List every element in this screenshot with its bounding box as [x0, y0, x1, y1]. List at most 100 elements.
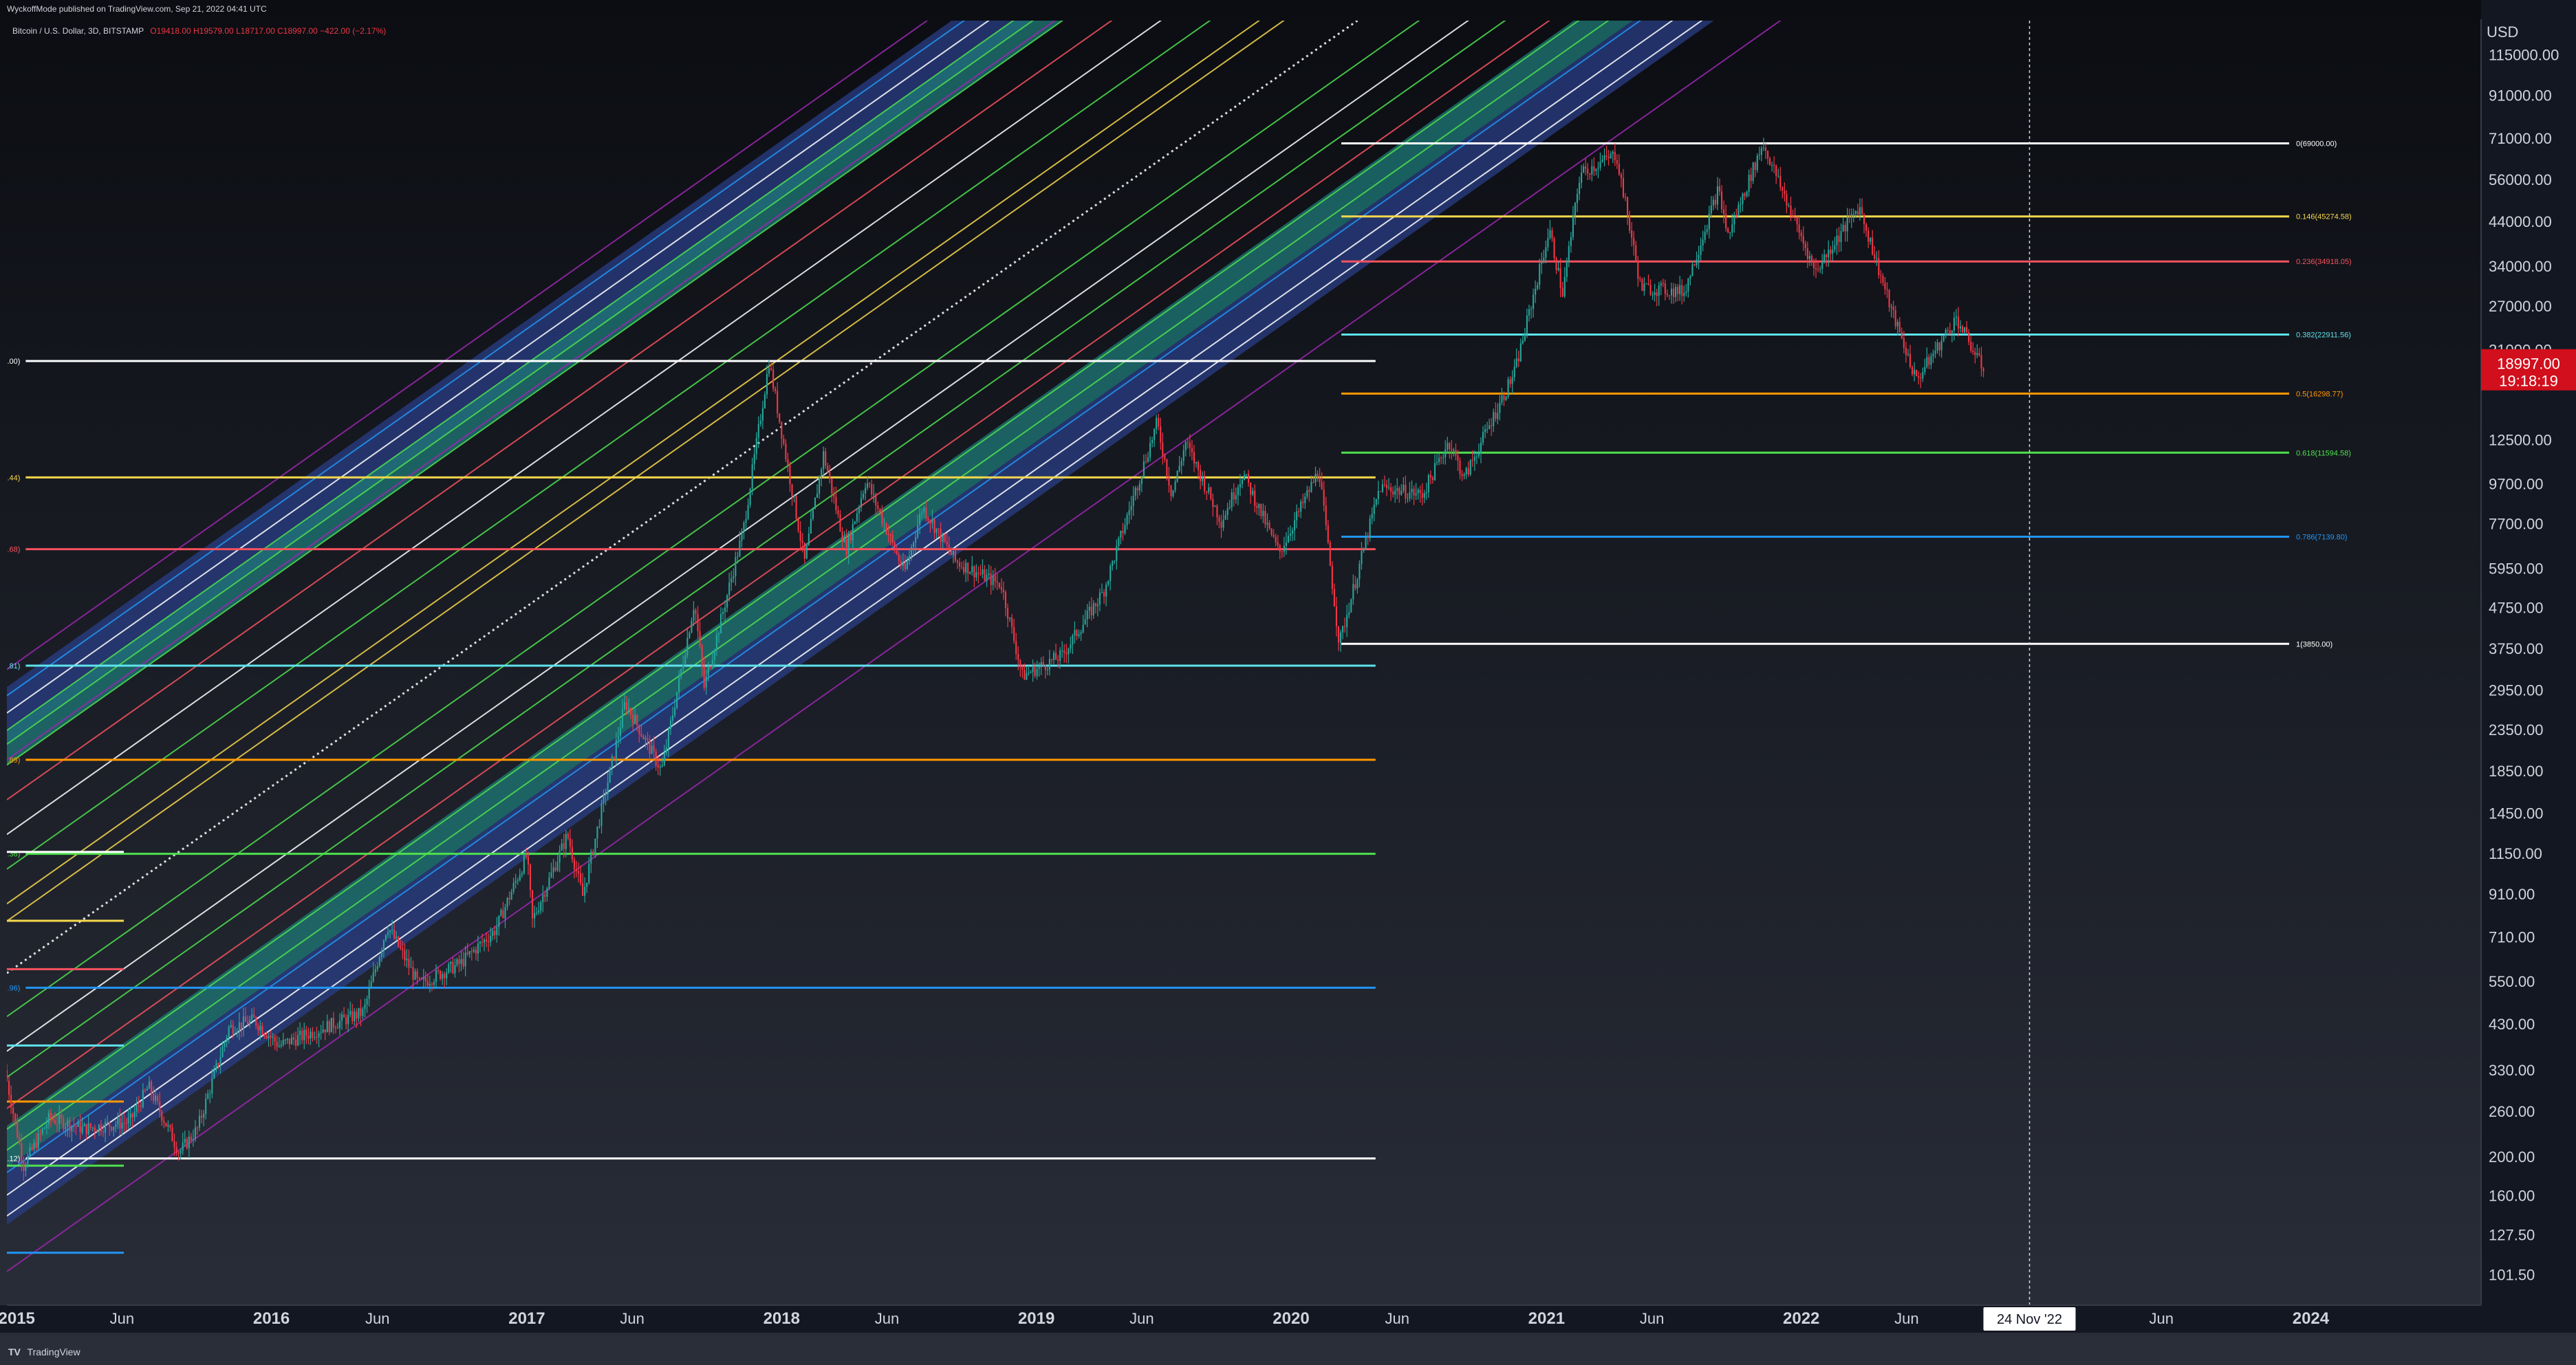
candle-body	[1136, 488, 1138, 491]
chart-window[interactable]: 0(19666.00)0.146(10050.44)0.236(6644.68)…	[0, 0, 2576, 1365]
candle-body	[1773, 164, 1775, 166]
candle-body	[1868, 230, 1870, 242]
candle-body	[198, 1115, 201, 1128]
candle-body	[1042, 662, 1044, 666]
candle-body	[43, 1128, 45, 1129]
candle-body	[1403, 485, 1405, 491]
candle-body	[1068, 648, 1070, 655]
candle-body	[722, 611, 724, 614]
candle-body	[971, 566, 973, 573]
candle-body	[1685, 291, 1687, 293]
candle-body	[1017, 653, 1019, 660]
fib-level-label: 0(69000.00)	[2296, 140, 2337, 148]
candle-body	[1691, 264, 1693, 276]
candle-body	[577, 871, 580, 873]
candle-body	[1398, 488, 1400, 495]
candle-body	[600, 803, 603, 827]
candle-body	[743, 522, 745, 532]
candle-body	[1423, 493, 1425, 498]
candle-body	[1729, 232, 1731, 233]
candle-body	[324, 1029, 326, 1033]
candle-body	[973, 566, 975, 578]
candle-body	[111, 1126, 113, 1131]
candle-body	[464, 952, 466, 967]
brand-footer[interactable]: TV TradingView	[8, 1346, 80, 1357]
candle-body	[613, 756, 615, 759]
candle-body	[473, 950, 475, 952]
candle-body	[1342, 626, 1344, 633]
candle-body	[791, 484, 793, 497]
candle-body	[1431, 477, 1434, 481]
candle-body	[205, 1098, 207, 1114]
price-chart[interactable]: 0(19666.00)0.146(10050.44)0.236(6644.68)…	[0, 0, 2576, 1365]
candle-body	[1593, 166, 1595, 171]
candle-body	[919, 514, 921, 525]
candle-body	[1390, 487, 1392, 492]
candle-body	[906, 561, 908, 569]
candle-body	[406, 959, 408, 961]
y-tick-label: 56000.00	[2489, 171, 2552, 188]
candle-body	[573, 859, 575, 870]
candle-body	[586, 882, 588, 887]
candle-body	[494, 930, 496, 935]
candle-body	[69, 1120, 71, 1132]
candle-body	[242, 1016, 245, 1029]
symbol-legend[interactable]: Bitcoin / U.S. Dollar, 3D, BITSTAMP O194…	[12, 26, 386, 36]
candle-body	[1149, 443, 1151, 458]
candle-body	[678, 676, 680, 692]
candle-body	[1819, 268, 1821, 270]
candle-body	[634, 714, 636, 724]
candle-body	[1220, 521, 1222, 528]
candle-body	[952, 551, 954, 555]
candle-body	[881, 512, 883, 524]
candle-body	[1882, 276, 1884, 283]
candle-body	[117, 1117, 119, 1125]
candle-body	[356, 1012, 358, 1019]
candle-body	[1233, 492, 1235, 500]
candle-body	[1132, 495, 1134, 506]
candle-body	[1792, 216, 1794, 217]
candle-body	[642, 736, 645, 740]
candle-body	[1926, 357, 1928, 367]
candle-body	[109, 1122, 111, 1127]
candle-body	[466, 952, 468, 954]
candle-body	[1363, 548, 1365, 552]
candle-body	[1070, 644, 1072, 649]
candle-body	[1524, 333, 1526, 341]
candle-body	[1204, 476, 1206, 492]
candle-body	[1354, 584, 1356, 589]
candle-body	[1766, 151, 1769, 159]
x-tick-label: Jun	[620, 1310, 644, 1327]
candle-body	[803, 543, 805, 559]
candle-body	[1637, 261, 1639, 279]
candle-body	[470, 951, 473, 952]
candle-body	[856, 513, 858, 522]
candle-body	[837, 510, 839, 515]
candle-body	[1633, 237, 1635, 245]
candle-body	[1283, 545, 1285, 552]
candle-body	[1252, 490, 1254, 495]
y-tick-label: 1850.00	[2489, 763, 2544, 780]
fib-level-label: 1(3850.00)	[2296, 640, 2333, 648]
candle-body	[1442, 457, 1444, 459]
candle-body	[1455, 450, 1457, 456]
candle-body	[1585, 166, 1587, 169]
candle-body	[290, 1037, 293, 1045]
candle-body	[873, 494, 875, 495]
candle-body	[1469, 459, 1471, 474]
candle-body	[1903, 338, 1905, 348]
candle-body	[452, 961, 454, 974]
candle-body	[354, 1012, 356, 1021]
candle-body	[561, 843, 563, 851]
candle-body	[1112, 560, 1114, 566]
candle-body	[177, 1153, 180, 1154]
candle-body	[575, 869, 578, 871]
candle-body	[582, 883, 584, 896]
candle-body	[310, 1031, 312, 1039]
candle-body	[1605, 155, 1608, 157]
candle-body	[1004, 591, 1007, 609]
candle-body	[102, 1131, 105, 1133]
candle-body	[1489, 425, 1491, 429]
y-tick-label: 260.00	[2489, 1103, 2535, 1120]
candle-body	[1385, 485, 1388, 488]
